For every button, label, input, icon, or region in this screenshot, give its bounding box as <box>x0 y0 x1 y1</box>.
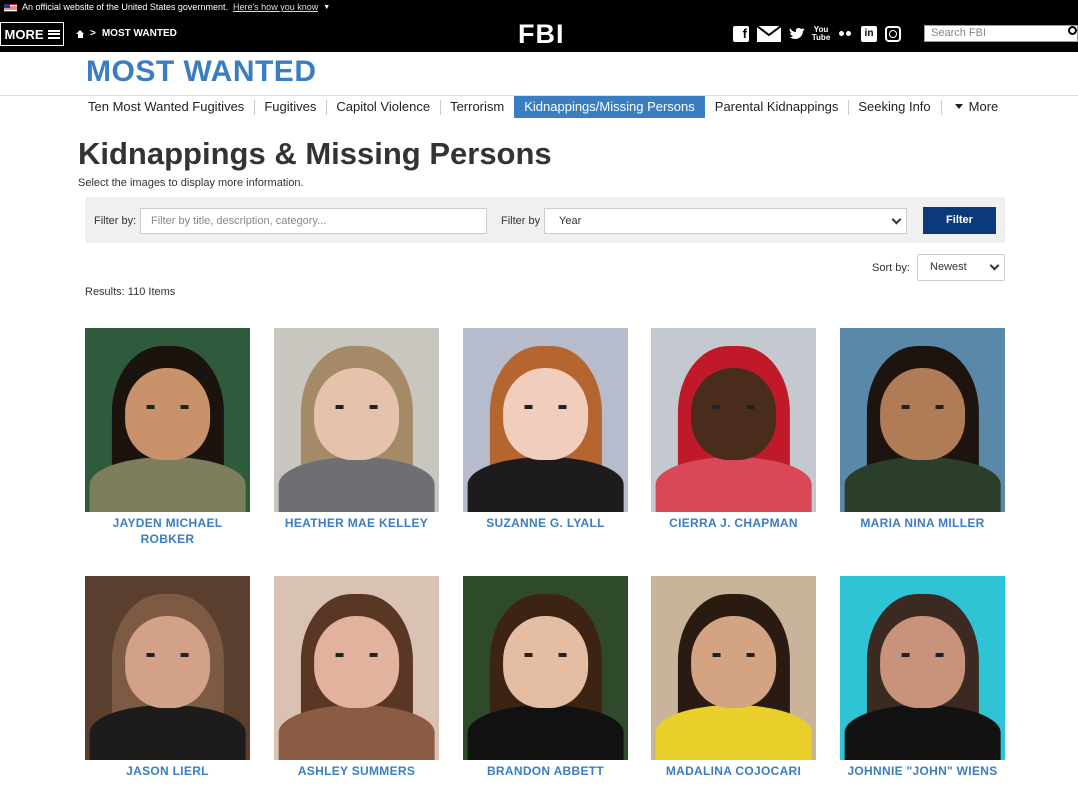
more-menu-label: MORE <box>4 26 44 42</box>
us-flag-icon <box>4 3 17 12</box>
hamburger-icon <box>47 29 60 39</box>
sort-label: Sort by: <box>872 262 910 274</box>
person-photo[interactable] <box>840 576 1005 760</box>
person-photo[interactable] <box>651 576 816 760</box>
person-photo[interactable] <box>85 328 250 512</box>
filter-year-select[interactable]: Year <box>544 208 907 234</box>
top-nav: MORE > MOST WANTED FBI f You Tube in Sear… <box>0 15 1078 52</box>
chevron-down-icon <box>989 260 1000 271</box>
tab-more-label: More <box>968 99 999 114</box>
sort-select[interactable]: Newest <box>917 254 1005 281</box>
person-card[interactable]: MADALINA COJOCARI <box>651 576 816 779</box>
person-photo[interactable] <box>85 576 250 760</box>
tab-seeking-info[interactable]: Seeking Info <box>848 96 940 118</box>
person-name-link[interactable]: JAYDEN MICHAEL ROBKER <box>85 515 250 547</box>
section-title[interactable]: MOST WANTED <box>86 55 317 89</box>
heres-how-you-know-link[interactable]: Here's how you know <box>233 0 318 15</box>
gov-banner: An official website of the United States… <box>0 0 1078 15</box>
person-name-link[interactable]: JASON LIERL <box>85 763 250 779</box>
tab-terrorism[interactable]: Terrorism <box>440 96 514 118</box>
category-tabs: Ten Most Wanted Fugitives Fugitives Capi… <box>78 96 1008 118</box>
person-name-link[interactable]: JOHNNIE "JOHN" WIENS <box>840 763 1005 779</box>
breadcrumb-most-wanted[interactable]: MOST WANTED <box>102 28 177 39</box>
tab-ten-most-wanted[interactable]: Ten Most Wanted Fugitives <box>78 96 254 118</box>
home-icon[interactable] <box>76 29 84 38</box>
youtube-icon[interactable]: You Tube <box>812 25 831 42</box>
social-links: f You Tube in <box>733 15 901 52</box>
person-name-link[interactable]: BRANDON ABBETT <box>463 763 628 779</box>
breadcrumb-separator-icon: > <box>90 28 96 39</box>
person-card[interactable]: MARIA NINA MILLER <box>840 328 1005 531</box>
caret-down-icon <box>954 104 963 109</box>
person-name-link[interactable]: ASHLEY SUMMERS <box>274 763 439 779</box>
tab-more[interactable]: More <box>940 96 1009 118</box>
facebook-icon[interactable]: f <box>733 25 749 42</box>
person-name-link[interactable]: SUZANNE G. LYALL <box>463 515 628 531</box>
person-card[interactable]: SUZANNE G. LYALL <box>463 328 628 531</box>
filter-button[interactable]: Filter <box>923 207 996 234</box>
tab-kidnappings-missing-persons[interactable]: Kidnappings/Missing Persons <box>514 96 705 118</box>
person-photo[interactable] <box>840 328 1005 512</box>
person-photo[interactable] <box>463 328 628 512</box>
person-card[interactable]: JOHNNIE "JOHN" WIENS <box>840 576 1005 779</box>
person-photo[interactable] <box>274 328 439 512</box>
person-name-link[interactable]: CIERRA J. CHAPMAN <box>651 515 816 531</box>
linkedin-icon[interactable]: in <box>861 25 877 42</box>
person-photo[interactable] <box>651 328 816 512</box>
person-card[interactable]: HEATHER MAE KELLEY <box>274 328 439 531</box>
results-count: Results: 110 Items <box>85 286 176 298</box>
flickr-icon[interactable] <box>837 26 853 42</box>
tab-parental-kidnappings[interactable]: Parental Kidnappings <box>705 96 849 118</box>
filter-bar: Filter by: Filter by title, description,… <box>85 197 1005 243</box>
breadcrumb: > MOST WANTED <box>76 15 177 52</box>
mail-icon[interactable] <box>757 25 781 42</box>
tab-fugitives[interactable]: Fugitives <box>254 96 326 118</box>
person-photo[interactable] <box>274 576 439 760</box>
page-subtitle: Select the images to display more inform… <box>78 177 304 189</box>
filter-text-input[interactable]: Filter by title, description, category..… <box>140 208 487 234</box>
person-name-link[interactable]: MARIA NINA MILLER <box>840 515 1005 531</box>
fbi-logo[interactable]: FBI <box>518 19 565 49</box>
sort-value: Newest <box>930 261 967 273</box>
person-photo[interactable] <box>463 576 628 760</box>
person-name-link[interactable]: MADALINA COJOCARI <box>651 763 816 779</box>
search-icon[interactable] <box>1068 26 1077 35</box>
gov-banner-text: An official website of the United States… <box>22 2 228 12</box>
twitter-icon[interactable] <box>789 26 805 42</box>
filter-year-label: Filter by <box>501 215 541 227</box>
chevron-down-icon <box>891 214 902 225</box>
person-card[interactable]: BRANDON ABBETT <box>463 576 628 779</box>
more-menu-button[interactable]: MORE <box>0 22 64 46</box>
filter-label: Filter by: <box>94 215 137 227</box>
person-card[interactable]: JAYDEN MICHAEL ROBKER <box>85 328 250 547</box>
person-card[interactable]: CIERRA J. CHAPMAN <box>651 328 816 531</box>
page-title: Kidnappings & Missing Persons <box>78 136 552 171</box>
tab-capitol-violence[interactable]: Capitol Violence <box>326 96 440 118</box>
chevron-down-icon[interactable]: ▼ <box>323 0 330 15</box>
person-card[interactable]: JASON LIERL <box>85 576 250 779</box>
filter-year-value: Year <box>559 215 582 227</box>
instagram-icon[interactable] <box>885 25 901 42</box>
search-input[interactable]: Search FBI <box>924 25 1078 42</box>
person-name-link[interactable]: HEATHER MAE KELLEY <box>274 515 439 531</box>
person-card[interactable]: ASHLEY SUMMERS <box>274 576 439 779</box>
